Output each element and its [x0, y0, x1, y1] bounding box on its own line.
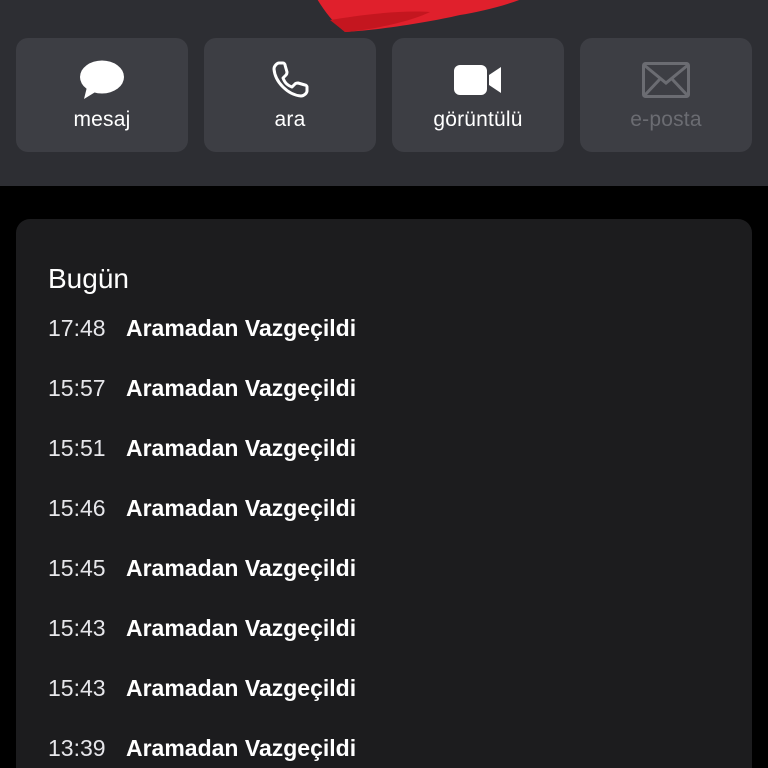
- message-button-label: mesaj: [73, 108, 131, 131]
- call-time: 15:45: [48, 555, 106, 581]
- call-status: Aramadan Vazgeçildi: [126, 435, 357, 461]
- call-status: Aramadan Vazgeçildi: [126, 495, 357, 521]
- call-history-row: 15:51 Aramadan Vazgeçildi: [48, 435, 356, 495]
- call-time: 17:48: [48, 315, 106, 341]
- call-status: Aramadan Vazgeçildi: [126, 375, 357, 401]
- contact-poster-art: [317, 0, 520, 32]
- call-history-row: 17:48 Aramadan Vazgeçildi: [48, 315, 356, 375]
- call-history-title: Bugün: [48, 263, 129, 294]
- message-button[interactable]: mesaj: [16, 38, 188, 152]
- video-camera-icon: [392, 58, 564, 102]
- call-history-row: 15:43 Aramadan Vazgeçildi: [48, 675, 356, 735]
- phone-icon: [204, 58, 376, 102]
- call-history-row: 15:45 Aramadan Vazgeçildi: [48, 555, 356, 615]
- call-history-card: Bugün 17:48 Aramadan Vazgeçildi 15:57 Ar…: [16, 219, 752, 768]
- video-call-button[interactable]: görüntülü: [392, 38, 564, 152]
- call-history-row: 15:46 Aramadan Vazgeçildi: [48, 495, 356, 555]
- call-status: Aramadan Vazgeçildi: [126, 735, 357, 761]
- video-call-button-label: görüntülü: [433, 108, 523, 131]
- call-time: 15:57: [48, 375, 106, 401]
- call-time: 15:46: [48, 495, 106, 521]
- call-time: 15:43: [48, 675, 106, 701]
- call-status: Aramadan Vazgeçildi: [126, 315, 357, 341]
- contact-screen: mesaj ara görüntülü e-posta Bugün 17:48 …: [0, 0, 768, 768]
- call-button[interactable]: ara: [204, 38, 376, 152]
- call-history-row: 13:39 Aramadan Vazgeçildi: [48, 735, 356, 768]
- email-button-label: e-posta: [630, 108, 702, 131]
- call-time: 15:43: [48, 615, 106, 641]
- call-history-row: 15:43 Aramadan Vazgeçildi: [48, 615, 356, 675]
- call-time: 13:39: [48, 735, 106, 761]
- quick-actions: mesaj ara görüntülü e-posta: [16, 38, 752, 152]
- envelope-icon: [580, 58, 752, 102]
- call-history-list: 17:48 Aramadan Vazgeçildi 15:57 Aramadan…: [48, 315, 356, 768]
- email-button[interactable]: e-posta: [580, 38, 752, 152]
- contact-header: mesaj ara görüntülü e-posta: [0, 0, 768, 186]
- message-bubble-icon: [16, 58, 188, 102]
- call-status: Aramadan Vazgeçildi: [126, 555, 357, 581]
- call-time: 15:51: [48, 435, 106, 461]
- call-status: Aramadan Vazgeçildi: [126, 675, 357, 701]
- call-status: Aramadan Vazgeçildi: [126, 615, 357, 641]
- call-button-label: ara: [274, 108, 306, 131]
- call-history-row: 15:57 Aramadan Vazgeçildi: [48, 375, 356, 435]
